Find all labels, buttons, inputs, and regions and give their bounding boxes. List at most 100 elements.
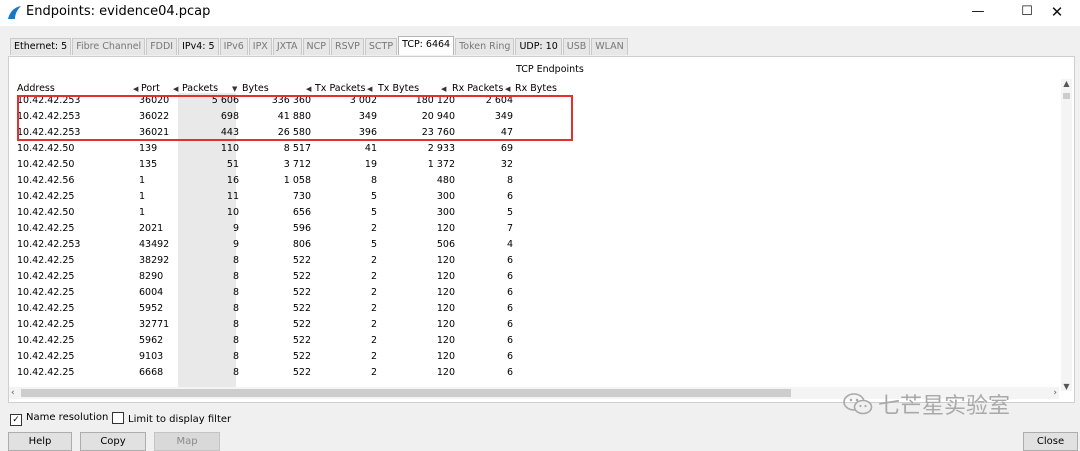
packets-cell: 9 (232, 239, 239, 250)
address-cell: 10.42.42.25 (17, 255, 75, 266)
help-button[interactable]: Help (8, 432, 72, 451)
tab-udp-10[interactable]: UDP: 10 (515, 38, 562, 55)
tx-packets-cell: 2 (370, 351, 377, 362)
table-row[interactable]: 10.42.42.25 32771 8 522 2 120 6 (15, 317, 1065, 333)
rx-packets-cell: 7 (506, 223, 513, 234)
rx-packets-cell: 6 (506, 271, 513, 282)
rx-packets-cell: 6 (506, 351, 513, 362)
table-row[interactable]: 10.42.42.25 6668 8 522 2 120 6 (15, 365, 1065, 381)
rx-packets-cell: 6 (506, 303, 513, 314)
tx-packets-cell: 8 (370, 175, 377, 186)
tab-ipv6[interactable]: IPv6 (219, 38, 248, 55)
name-resolution-option[interactable]: ✓ Name resolution (10, 412, 108, 426)
limit-filter-option[interactable]: Limit to display filter (112, 412, 231, 425)
tab-jxta[interactable]: JXTA (272, 38, 302, 55)
tx-packets-cell: 5 (370, 239, 377, 250)
port-cell: 43492 (139, 239, 170, 250)
port-cell: 9103 (139, 351, 164, 362)
tx-bytes-cell: 300 (436, 207, 455, 218)
watermark: 七芒星实验室 (842, 388, 1010, 422)
tab-ethernet-5[interactable]: Ethernet: 5 (10, 38, 72, 55)
bytes-cell: 522 (292, 367, 311, 378)
tx-bytes-cell: 2 933 (427, 143, 455, 154)
tx-packets-cell: 2 (370, 367, 377, 378)
tx-bytes-cell: 120 (436, 319, 455, 330)
table-row[interactable]: 10.42.42.25 5952 8 522 2 120 6 (15, 301, 1065, 317)
bytes-cell: 3 712 (283, 159, 311, 170)
tx-bytes-cell: 480 (436, 175, 455, 186)
table-row[interactable]: 10.42.42.25 2021 9 596 2 120 7 (15, 221, 1065, 237)
tab-ncp[interactable]: NCP (302, 38, 331, 55)
tx-bytes-cell: 120 (436, 303, 455, 314)
rx-packets-cell: 6 (506, 367, 513, 378)
tx-packets-cell: 2 (370, 223, 377, 234)
horizontal-scroll-thumb[interactable] (21, 389, 791, 397)
bytes-cell: 522 (292, 351, 311, 362)
copy-button[interactable]: Copy (80, 432, 146, 451)
table-row[interactable]: 10.42.42.25 9103 8 522 2 120 6 (15, 349, 1065, 365)
tab-ipx[interactable]: IPX (248, 38, 272, 55)
tab-wlan[interactable]: WLAN (591, 38, 628, 55)
rx-packets-cell: 6 (506, 335, 513, 346)
bytes-cell: 730 (292, 191, 311, 202)
tab-token-ring[interactable]: Token Ring (455, 38, 515, 55)
tab-fddi[interactable]: FDDI (146, 38, 178, 55)
address-cell: 10.42.42.253 (17, 239, 81, 250)
tab-sctp[interactable]: SCTP (364, 38, 398, 55)
rx-packets-cell: 4 (506, 239, 513, 250)
tab-ipv4-5[interactable]: IPv4: 5 (178, 38, 219, 55)
address-cell: 10.42.42.25 (17, 335, 75, 346)
bytes-cell: 1 058 (283, 175, 311, 186)
table-row[interactable]: 10.42.42.56 1 16 1 058 8 480 8 (15, 173, 1065, 189)
packets-cell: 8 (232, 319, 239, 330)
protocol-tabbar: Ethernet: 5 Fibre Channel FDDI IPv4: 5 IPv6 I… (10, 36, 629, 56)
bytes-cell: 806 (292, 239, 311, 250)
scroll-left-icon[interactable]: ‹ (11, 387, 15, 399)
tx-bytes-cell: 1 372 (427, 159, 455, 170)
name-resolution-checkbox[interactable]: ✓ (10, 414, 22, 426)
tab-tcp-6464[interactable]: TCP: 6464 (398, 36, 455, 55)
tx-bytes-cell: 120 (436, 255, 455, 266)
vertical-scrollbar[interactable]: ▲ ▼ (1061, 79, 1072, 391)
rx-packets-cell: 32 (500, 159, 513, 170)
table-row[interactable]: 10.42.42.25 5962 8 522 2 120 6 (15, 333, 1065, 349)
close-window-button[interactable]: ✕ (1034, 0, 1080, 26)
minimize-button[interactable]: — (955, 0, 1001, 26)
window-title: Endpoints: evidence04.pcap (26, 4, 211, 19)
tab-rsvp[interactable]: RSVP (331, 38, 364, 55)
tab-fibre-channel[interactable]: Fibre Channel (72, 38, 146, 55)
tab-usb[interactable]: USB (562, 38, 591, 55)
scroll-down-icon[interactable]: ▼ (1061, 382, 1072, 391)
vertical-scroll-thumb[interactable] (1063, 93, 1070, 99)
table-row[interactable]: 10.42.42.50 135 51 3 712 19 1 372 32 (15, 157, 1065, 173)
scroll-right-icon[interactable]: › (1053, 387, 1057, 399)
map-button[interactable]: Map (154, 432, 220, 451)
table-row[interactable]: 10.42.42.253 43492 9 806 5 506 4 (15, 237, 1065, 253)
scroll-up-icon[interactable]: ▲ (1061, 79, 1072, 88)
tx-packets-cell: 41 (364, 143, 377, 154)
table-row[interactable]: 10.42.42.25 8290 8 522 2 120 6 (15, 269, 1065, 285)
port-cell: 5952 (139, 303, 164, 314)
table-row[interactable]: 10.42.42.25 6004 8 522 2 120 6 (15, 285, 1065, 301)
rx-packets-cell: 6 (506, 319, 513, 330)
panel-caption: TCP Endpoints (516, 64, 584, 75)
bytes-cell: 522 (292, 255, 311, 266)
table-row[interactable]: 10.42.42.50 1 10 656 5 300 5 (15, 205, 1065, 221)
packets-cell: 8 (232, 367, 239, 378)
table-row[interactable]: 10.42.42.50 139 110 8 517 41 2 933 69 (15, 141, 1065, 157)
tx-packets-cell: 19 (364, 159, 377, 170)
port-cell: 135 (139, 159, 158, 170)
address-cell: 10.42.42.25 (17, 319, 75, 330)
tx-bytes-cell: 120 (436, 287, 455, 298)
tx-packets-cell: 5 (370, 191, 377, 202)
close-button[interactable]: Close (1023, 432, 1078, 451)
tx-bytes-cell: 120 (436, 223, 455, 234)
address-cell: 10.42.42.50 (17, 159, 75, 170)
packets-cell: 10 (226, 207, 239, 218)
table-row[interactable]: 10.42.42.25 1 11 730 5 300 6 (15, 189, 1065, 205)
tx-packets-cell: 2 (370, 255, 377, 266)
table-row[interactable]: 10.42.42.25 38292 8 522 2 120 6 (15, 253, 1065, 269)
port-cell: 6668 (139, 367, 164, 378)
limit-filter-checkbox[interactable] (112, 412, 124, 424)
bytes-cell: 522 (292, 287, 311, 298)
